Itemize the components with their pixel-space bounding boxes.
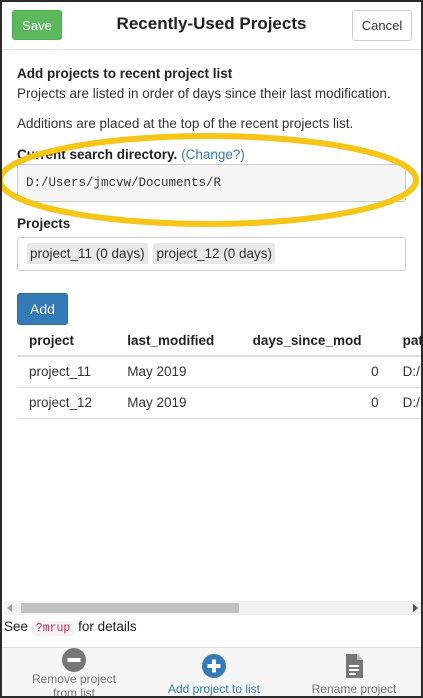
column-header-project[interactable]: project [17,325,116,357]
table-header-row: project last_modified days_since_mod pat… [17,325,421,357]
column-header-path[interactable]: path [390,325,421,357]
header-bar: Save Recently-Used Projects Cancel [2,2,421,50]
add-project-to-list-button[interactable]: Add project to list [160,648,268,696]
projects-table-container[interactable]: project last_modified days_since_mod pat… [17,325,421,601]
cell-last-modified: May 2019 [115,356,241,388]
project-chip[interactable]: project_12 (0 days) [153,243,276,264]
projects-label: Projects [17,216,71,231]
add-project-label: Add project to list [167,682,261,696]
projects-select[interactable]: project_11 (0 days) project_12 (0 days) [17,237,406,271]
scroll-left-icon[interactable] [7,604,12,612]
document-icon [346,654,363,678]
footer-note-suffix: for details [78,619,137,634]
cancel-button[interactable]: Cancel [352,10,412,41]
footer-note: See ?mrup for details [4,619,137,636]
table-row[interactable]: project_12 May 2019 0 D:/Users [17,387,421,419]
cell-path: D:/Users [390,387,421,419]
minus-circle-icon [62,648,86,672]
horizontal-scrollbar[interactable] [4,601,421,615]
remove-project-label: Remove project from list [31,672,117,698]
section-heading: Add projects to recent project list [17,66,233,81]
column-header-days-since-mod[interactable]: days_since_mod [240,325,391,357]
scroll-right-icon[interactable] [413,604,418,612]
search-directory-value: D:/Users/jmcvw/Documents/R [17,164,406,202]
cell-project: project_11 [17,356,116,388]
search-directory-label-text: Current search directory. [17,147,178,162]
column-header-last-modified[interactable]: last_modified [115,325,241,357]
intro-text-2: Additions are placed at the top of the r… [17,116,354,131]
add-button[interactable]: Add [17,293,68,325]
help-code: ?mrup [31,621,75,636]
rename-project-label: Rename project [311,682,397,696]
cell-days-since-mod: 0 [240,356,391,388]
change-directory-link[interactable]: (Change?) [181,147,245,162]
app-frame: Save Recently-Used Projects Cancel Add p… [0,0,423,698]
intro-text-1: Projects are listed in order of days sin… [17,86,391,101]
scrollbar-thumb[interactable] [21,603,239,613]
cell-last-modified: May 2019 [115,387,241,419]
bottom-toolbar: Remove project from list Add project to … [2,647,421,698]
search-directory-label: Current search directory. (Change?) [17,147,245,162]
project-chip[interactable]: project_11 (0 days) [27,243,148,264]
plus-circle-icon [202,654,226,678]
table-row[interactable]: project_11 May 2019 0 D:/Users [17,356,421,388]
footer-note-prefix: See [4,619,29,634]
rename-project-button[interactable]: Rename project [299,648,409,696]
cell-days-since-mod: 0 [240,387,391,419]
cell-path: D:/Users [390,356,421,388]
remove-project-button[interactable]: Remove project from list [20,648,128,698]
cell-project: project_12 [17,387,116,419]
projects-table: project last_modified days_since_mod pat… [17,325,421,419]
